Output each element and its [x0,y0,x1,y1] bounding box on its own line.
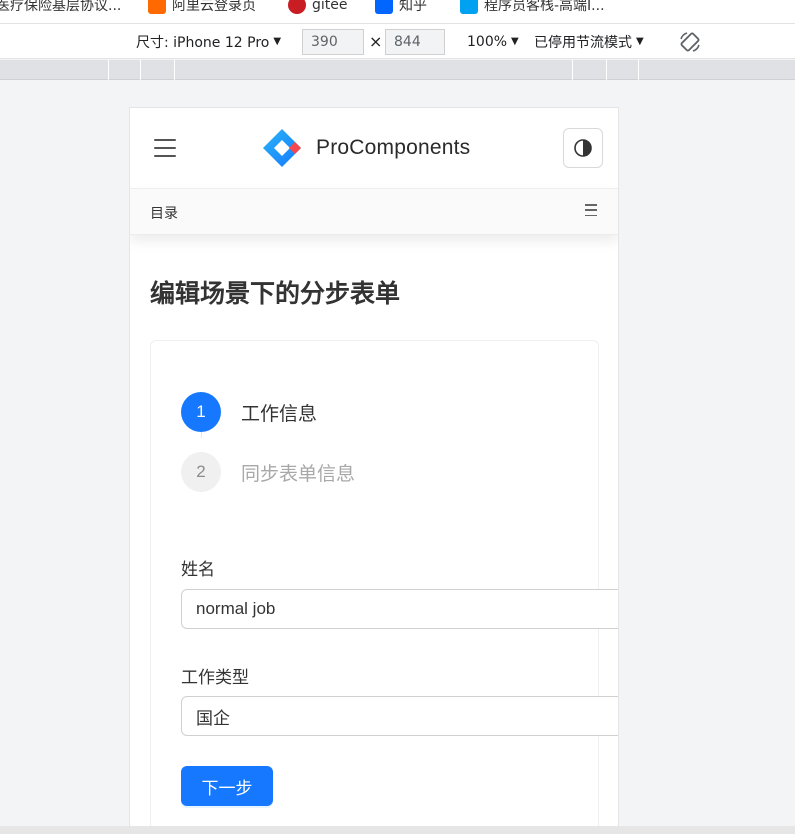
step-item-1[interactable]: 1 工作信息 [181,392,317,432]
procomponents-logo-icon[interactable] [262,128,306,168]
step-title: 工作信息 [241,402,318,425]
steps-form-card: 1 工作信息 2 同步表单信息 姓名 normal job 工作类型 国企 下一… [150,340,618,834]
next-step-button[interactable]: 下一步 [181,766,273,806]
device-select[interactable]: 尺寸: iPhone 12 Pro ▼ [136,24,281,59]
bookmark-label: 程序员客栈-高端I... [484,0,605,14]
theme-toggle-button[interactable] [563,128,603,168]
horizontal-scrollbar[interactable] [0,826,795,834]
zoom-label: 100% [467,33,508,50]
caret-down-icon: ▼ [511,36,519,47]
caret-down-icon: ▼ [273,36,282,47]
bookmark-item[interactable]: gitee [288,0,348,16]
zhihu-icon [375,0,393,14]
page-title: 编辑场景下的分步表单 [150,279,401,308]
list-icon[interactable] [585,204,597,216]
step-title: 同步表单信息 [241,462,356,485]
step-number: 2 [181,452,221,492]
throttle-select[interactable]: 已停用节流模式 ▼ [534,24,644,59]
dimension-separator: × [369,32,383,51]
bookmark-label: gitee [312,0,348,13]
toc-bar[interactable]: 目录 [130,189,618,235]
width-input[interactable]: 390 [302,28,364,55]
throttle-label: 已停用节流模式 [534,34,632,51]
name-label: 姓名 [181,560,215,580]
job-type-input[interactable]: 国企 [181,696,618,736]
bookmark-item[interactable]: 知乎 [375,0,427,16]
bookmark-label: 阿里云登录页 [172,0,256,14]
menu-icon[interactable] [154,139,176,157]
job-type-label: 工作类型 [181,668,249,688]
device-label: 尺寸: iPhone 12 Pro [136,34,270,51]
device-viewport: ProComponents 目录 编辑场景下的分步表单 1 工作信息 2 同步表… [0,81,795,834]
step-connector [201,432,202,438]
step-number: 1 [181,392,221,432]
brand-name[interactable]: ProComponents [316,136,470,160]
proginn-icon [460,0,478,14]
bookmark-label: 医疗保险基层协议... [0,0,122,14]
height-input[interactable]: 844 [385,28,445,55]
toc-label: 目录 [150,206,178,222]
aliyun-icon [148,0,166,14]
site-header: ProComponents [130,108,618,189]
device-toolbar: 尺寸: iPhone 12 Pro ▼ 390 × 844 100% ▼ 已停用… [0,24,795,59]
zoom-select[interactable]: 100% ▼ [467,24,519,59]
bookmark-item[interactable]: 阿里云登录页 [148,0,256,16]
name-input[interactable]: normal job [181,589,618,629]
rotate-button[interactable] [678,24,702,59]
bookmark-item[interactable]: 医疗保险基层协议... [0,0,121,16]
rotate-icon [680,31,700,52]
gitee-icon [288,0,306,14]
bookmark-label: 知乎 [399,0,427,14]
bookmarks-bar: 医疗保险基层协议... 阿里云登录页 gitee 知乎 程序员客栈-高端I... [0,0,795,24]
bookmark-item[interactable]: 程序员客栈-高端I... [460,0,605,16]
caret-down-icon: ▼ [636,36,644,47]
step-item-2[interactable]: 2 同步表单信息 [181,452,355,492]
contrast-icon [574,139,592,157]
mobile-page: ProComponents 目录 编辑场景下的分步表单 1 工作信息 2 同步表… [129,107,619,834]
media-query-ruler[interactable] [0,60,795,80]
